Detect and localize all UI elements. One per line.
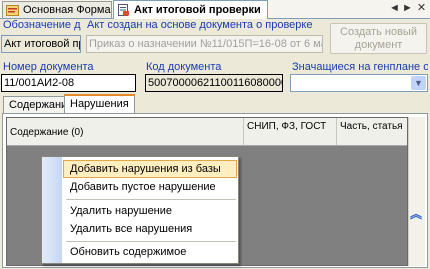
source-document-field[interactable]: Приказ о назначении №11/015П=16-08 от 6 … — [86, 35, 323, 53]
document-code-label: Код документа — [146, 61, 222, 73]
genplan-objects-label: Значащиеся на генплане объек — [292, 61, 428, 73]
menu-add-empty-violation[interactable]: Добавить пустое нарушение — [64, 178, 236, 196]
tab-final-inspection-act[interactable]: Акт итоговой проверки — [113, 0, 268, 19]
menu-add-violations-from-db[interactable]: Добавить нарушения из базы — [63, 160, 237, 178]
column-part-article[interactable]: Часть, статья — [336, 118, 407, 145]
chevron-down-icon[interactable]: ▼ — [411, 76, 426, 90]
document-number-field[interactable]: 11/001АИ2-08 — [1, 74, 136, 92]
document-number-label: Номер документа — [3, 61, 94, 73]
menu-delete-all-violations[interactable]: Удалить все нарушения — [64, 220, 236, 238]
designation-label: Обозначение доку — [3, 19, 81, 31]
genplan-objects-dropdown[interactable]: ▼ — [290, 74, 428, 92]
menu-separator — [66, 241, 236, 242]
create-new-document-button[interactable]: Создать новый документ — [330, 23, 427, 54]
previous-tab-icon[interactable]: ◄ — [388, 2, 401, 15]
double-chevron-up-icon[interactable]: ︽ — [409, 208, 423, 220]
menu-refresh-content[interactable]: Обновить содержимое — [64, 243, 236, 261]
basis-note: Акт создан на основе документа о проверк… — [87, 19, 313, 31]
designation-field[interactable]: Акт итоговой пров — [1, 35, 81, 53]
column-snip-fz-gost[interactable]: СНИП, ФЗ, ГОСТ — [243, 118, 336, 145]
tab-main-form[interactable]: Основная Форма — [2, 1, 112, 18]
tab-violations[interactable]: Нарушения — [64, 94, 135, 114]
menu-delete-violation[interactable]: Удалить нарушение — [64, 202, 236, 220]
document-icon — [118, 4, 129, 16]
tab-final-inspection-act-label: Акт итоговой проверки — [134, 4, 261, 16]
context-menu-gutter — [42, 157, 62, 263]
form-icon — [6, 5, 19, 16]
document-code-field: 5007000062110011608000002 — [145, 74, 283, 92]
close-tab-icon[interactable]: ✕ — [415, 2, 428, 15]
column-content[interactable]: Содержание (0) — [7, 118, 243, 145]
next-tab-icon[interactable]: ► — [401, 2, 414, 15]
tab-main-form-label: Основная Форма — [23, 4, 111, 16]
grid-scrollbar[interactable] — [408, 117, 425, 266]
menu-separator — [66, 199, 236, 200]
